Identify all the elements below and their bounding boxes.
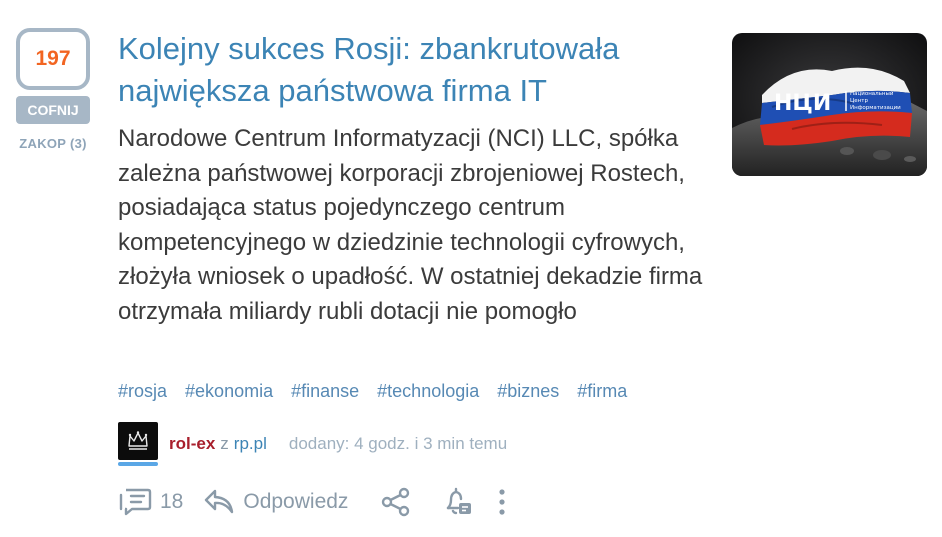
notification-bell-icon [442,486,474,518]
more-icon [496,487,508,517]
thumbnail-caption-1: Национальный [850,90,894,97]
avatar-underline [118,462,158,466]
comments-icon [118,487,152,517]
article-description: Narodowe Centrum Informatyzacji (NCI) LL… [118,125,703,325]
reply-icon [203,488,235,516]
share-button[interactable] [380,487,412,517]
share-icon [380,487,412,517]
crown-logo-icon [118,422,158,460]
tag-biznes[interactable]: #biznes [497,381,559,402]
from-label: z [220,434,229,453]
tag-ekonomia[interactable]: #ekonomia [185,381,273,402]
thumbnail-image: НЦИ Национальный Центр Информатизации [732,33,927,176]
observe-button[interactable] [442,486,474,518]
more-options-button[interactable] [496,487,508,517]
tag-finanse[interactable]: #finanse [291,381,359,402]
article-title[interactable]: Kolejny sukces Rosji: zbankrutowała najw… [118,28,698,112]
action-bar: 18 Odpowiedz [118,480,508,524]
comments-count: 18 [160,490,184,513]
reply-button[interactable]: Odpowiedz [203,488,348,516]
undo-vote-button[interactable]: COFNIJ [16,96,90,124]
tag-rosja[interactable]: #rosja [118,381,167,402]
author-link[interactable]: rol-ex [169,434,215,454]
comments-button[interactable]: 18 [118,487,183,517]
reply-label: Odpowiedz [243,490,349,513]
added-time: dodany: 4 godz. i 3 min temu [288,434,508,453]
vote-panel: 197 COFNIJ ZAKOP (3) [16,28,92,151]
thumbnail-logo-text: НЦИ [774,91,831,116]
source-link[interactable]: rp.pl [234,434,267,454]
article-thumbnail[interactable]: НЦИ Национальный Центр Информатизации [732,33,927,176]
tag-technologia[interactable]: #technologia [377,381,479,402]
vote-count[interactable]: 197 [16,28,90,90]
thumbnail-caption-2: Центр [850,98,868,104]
bury-button[interactable]: ZAKOP (3) [16,136,90,151]
article-meta: rol-ex z rp.pl dodany: 4 godz. i 3 min t… [118,422,507,466]
tag-list: #rosja #ekonomia #finanse #technologia #… [118,381,627,402]
tag-firma[interactable]: #firma [577,381,627,402]
thumbnail-caption-3: Информатизации [850,105,901,111]
author-avatar[interactable] [118,422,158,466]
